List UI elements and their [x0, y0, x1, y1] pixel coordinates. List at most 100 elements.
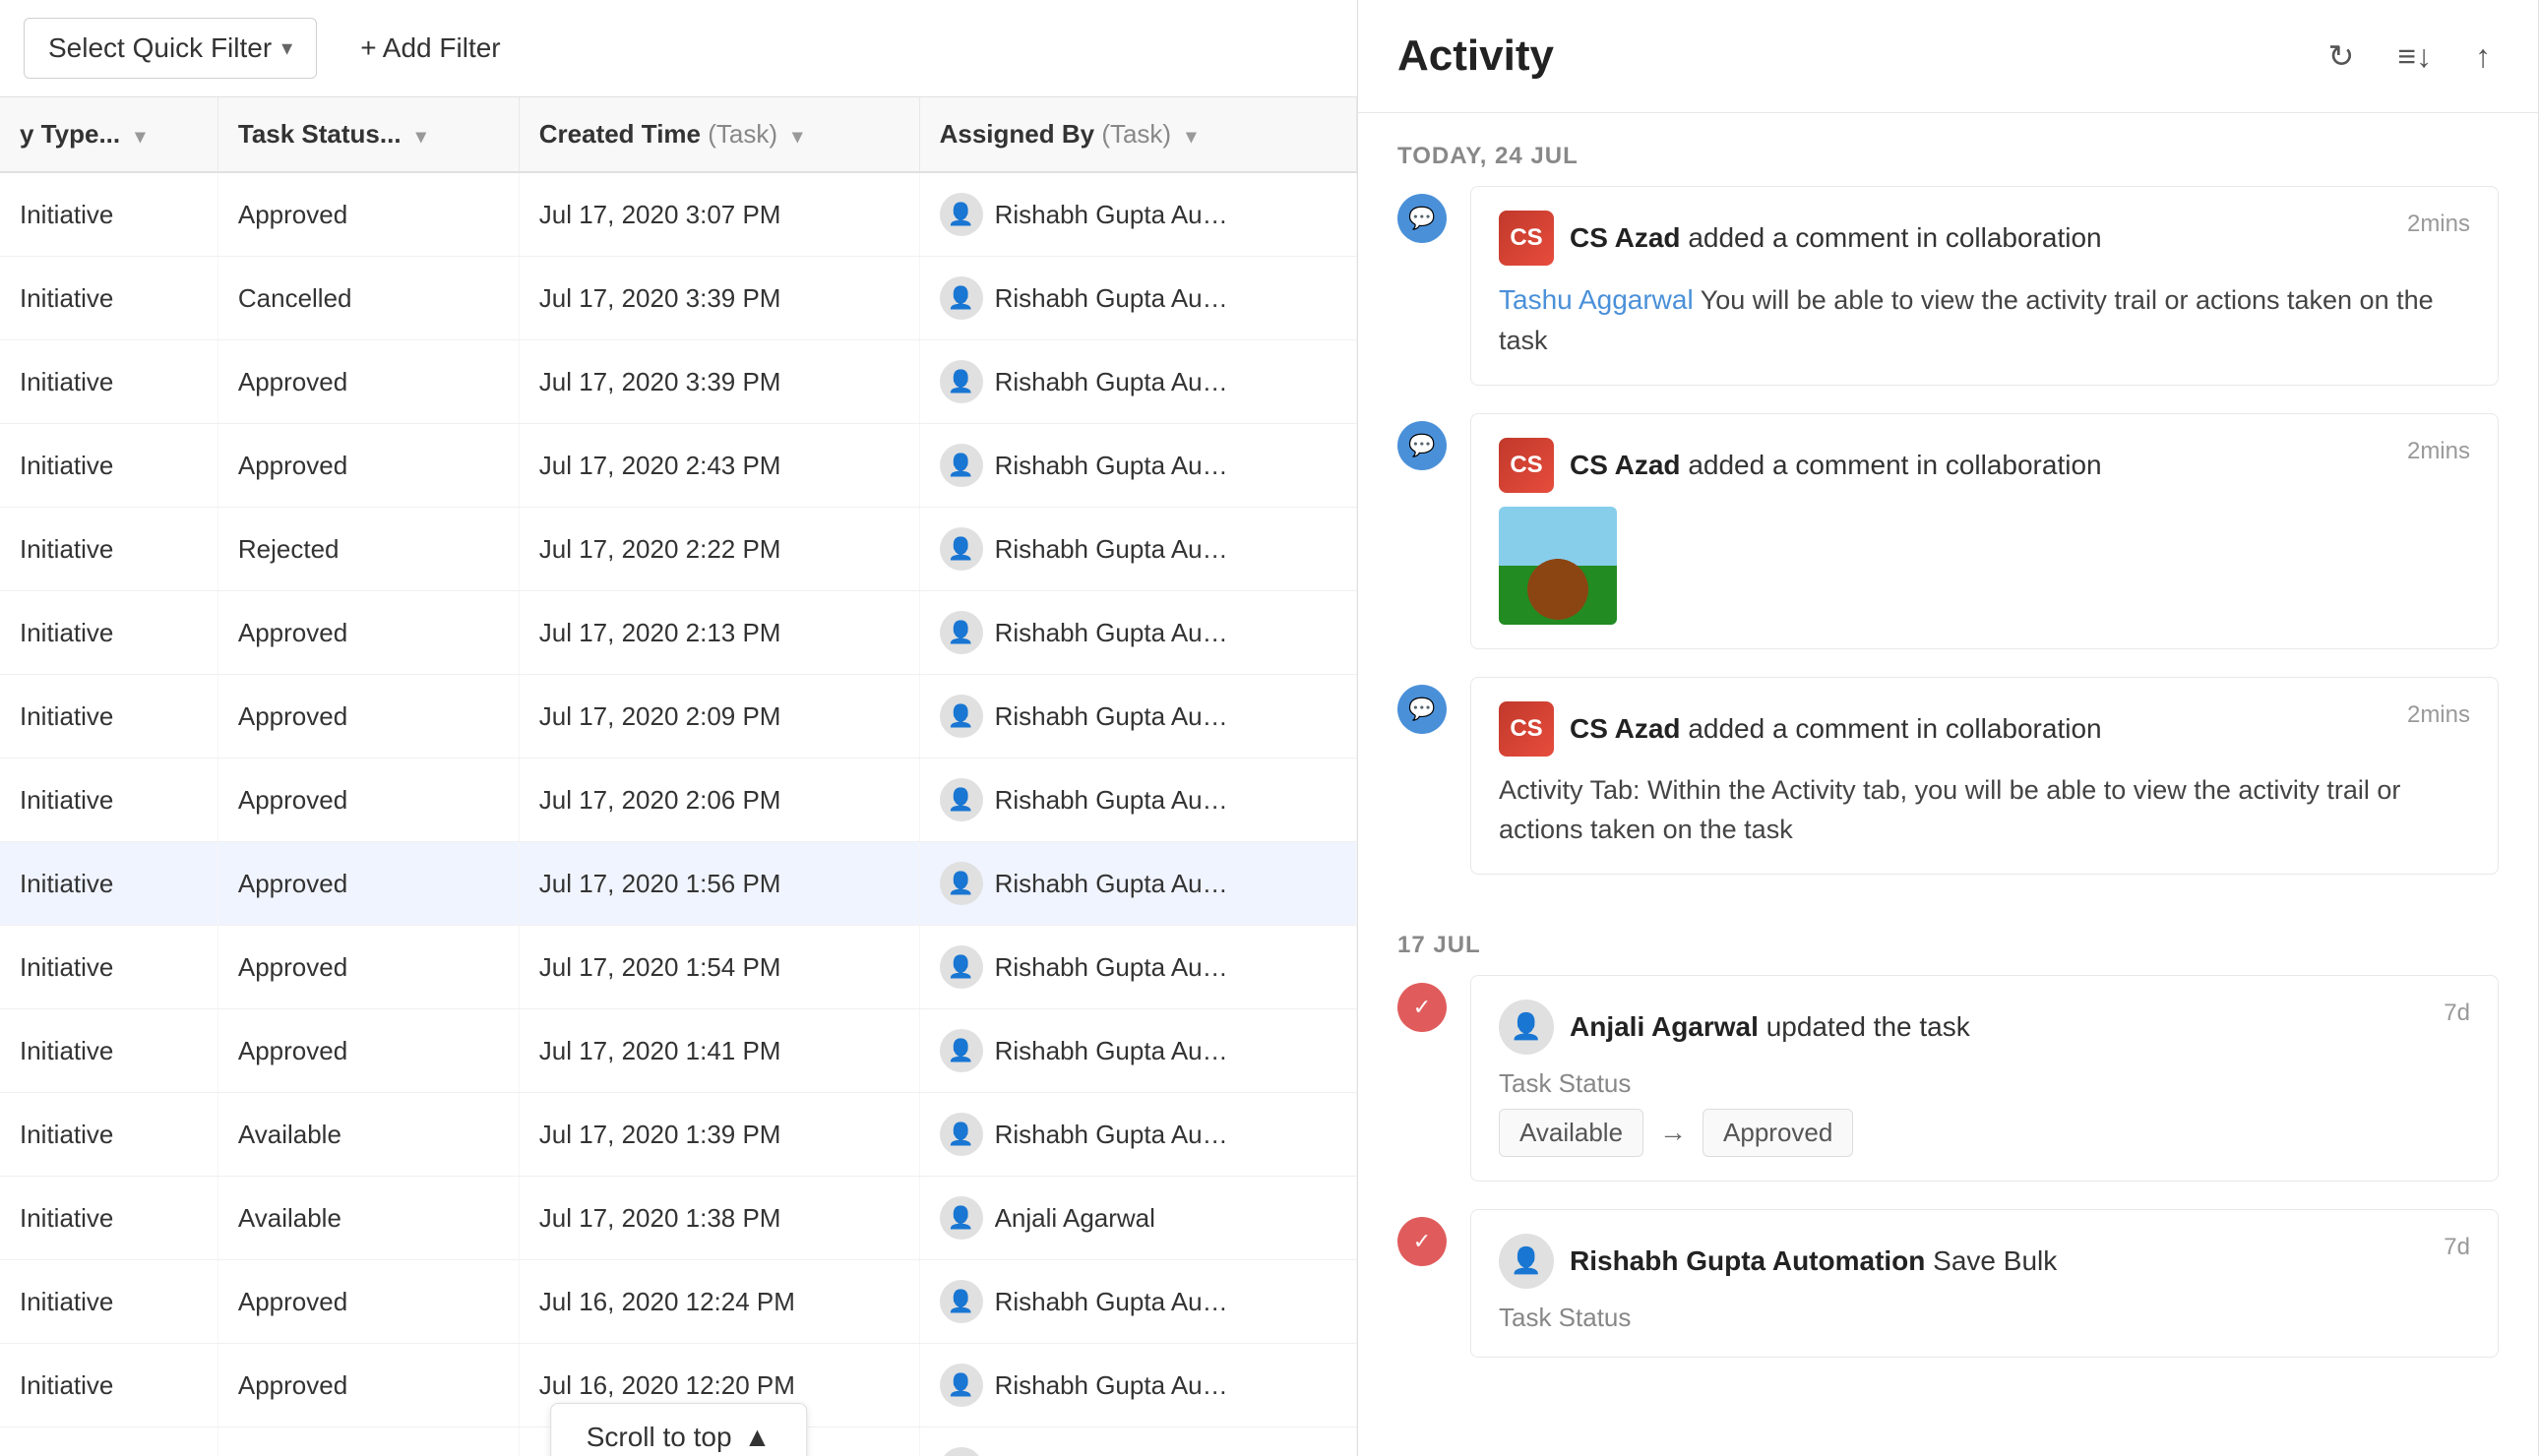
avatar: 👤	[1499, 1000, 1554, 1055]
cell-type: Initiative	[0, 1260, 217, 1344]
activity-item: 💬 CS CS Azad added a comment in collabor…	[1397, 186, 2499, 401]
avatar: 👤	[940, 276, 983, 320]
cell-created: Jul 16, 2020 12:24 PM	[519, 1260, 919, 1344]
cell-type: Initiative	[0, 675, 217, 758]
cell-assigned: 👤Rishabh Gupta Automa...	[919, 675, 1356, 758]
quick-filter-button[interactable]: Select Quick Filter ▾	[24, 18, 317, 79]
cell-assigned: 👤Rishabh Gupta Automa...	[919, 1427, 1356, 1456]
cell-created: Jul 17, 2020 1:38 PM	[519, 1177, 919, 1260]
cell-created: Jul 17, 2020 1:56 PM	[519, 842, 919, 926]
activity-card-meta: 👤 Rishabh Gupta Automation Save Bulk	[1499, 1234, 2057, 1289]
table-row[interactable]: InitiativeApprovedJul 17, 2020 1:56 PM👤R…	[0, 842, 1357, 926]
cell-status: Approved	[217, 424, 519, 508]
avatar-cell: 👤Rishabh Gupta Automa...	[940, 945, 1336, 989]
table-row[interactable]: InitiativeApprovedJul 17, 2020 2:09 PM👤R…	[0, 675, 1357, 758]
col-created[interactable]: Created Time (Task) ▾	[519, 97, 919, 172]
table-header-row: y Type... ▾ Task Status... ▾ Created Tim…	[0, 97, 1357, 172]
table-row[interactable]: InitiativeApprovedJul 17, 2020 2:13 PM👤R…	[0, 591, 1357, 675]
cell-status: Available	[217, 1093, 519, 1177]
activity-time: 7d	[2444, 1000, 2470, 1027]
assigned-user-name: Rishabh Gupta Automa...	[995, 1036, 1231, 1066]
avatar: 👤	[940, 1113, 983, 1156]
avatar: 👤	[940, 1364, 983, 1407]
activity-mention-link[interactable]: Tashu Aggarwal	[1499, 284, 1694, 315]
cell-created: Jul 17, 2020 1:39 PM	[519, 1093, 919, 1177]
activity-item: ✓ 👤 Rishabh Gupta Automation Save Bulk 7…	[1397, 1209, 2499, 1373]
cell-assigned: 👤 Rishabh Gupta Automa...	[919, 1260, 1356, 1344]
avatar-cell: 👤Rishabh Gupta Automa...	[940, 527, 1336, 571]
table-row[interactable]: InitiativeApprovedJul 17, 2020 1:54 PM👤R…	[0, 926, 1357, 1009]
activity-time: 2mins	[2407, 211, 2470, 238]
activity-body[interactable]: TODAY, 24 JUL 💬 CS CS Azad added a comme…	[1358, 113, 2538, 1456]
activity-time: 7d	[2444, 1234, 2470, 1261]
assigned-user-name: Rishabh Gupta Automa...	[995, 283, 1231, 314]
task-icon: ✓	[1397, 983, 1447, 1032]
activity-text-block: CS Azad added a comment in collaboration	[1570, 713, 2102, 745]
scroll-to-top-button[interactable]: Scroll to top ▲	[550, 1403, 808, 1456]
cell-assigned: 👤Rishabh Gupta Automa...	[919, 1344, 1356, 1427]
cell-type: Initiative	[0, 1177, 217, 1260]
table-row[interactable]: InitiativeApprovedJul 17, 2020 3:39 PM👤R…	[0, 340, 1357, 424]
assigned-user-name: Rishabh Gupta Automa...	[995, 785, 1231, 816]
refresh-button[interactable]: ↻	[2321, 30, 2363, 83]
status-arrow-icon: →	[1659, 1117, 1687, 1148]
activity-time: 2mins	[2407, 701, 2470, 729]
activity-panel-header: Activity ↻ ≡↓ ↑	[1358, 0, 2538, 113]
export-button[interactable]: ↑	[2467, 30, 2499, 83]
cell-status: Approved	[217, 172, 519, 257]
comment-icon: 💬	[1397, 194, 1447, 243]
table-row[interactable]: InitiativeApprovedJul 17, 2020 2:43 PM👤R…	[0, 424, 1357, 508]
table-row[interactable]: InitiativeCancelledJul 17, 2020 3:39 PM👤…	[0, 257, 1357, 340]
filter-button[interactable]: ≡↓	[2389, 30, 2440, 83]
avatar-cell: 👤Rishabh Gupta Automa...	[940, 778, 1336, 821]
activity-panel: Activity ↻ ≡↓ ↑ TODAY, 24 JUL 💬 CS CS Az…	[1358, 0, 2539, 1456]
avatar: 👤	[940, 1280, 983, 1323]
sort-icon: ▾	[416, 126, 426, 148]
activity-author: CS Azad	[1570, 222, 1681, 253]
avatar: 👤	[940, 1447, 983, 1456]
assigned-user-name: Rishabh Gupta Automa...	[995, 952, 1231, 983]
avatar: CS	[1499, 438, 1554, 493]
avatar: 👤	[940, 527, 983, 571]
cell-created: Jul 17, 2020 3:39 PM	[519, 257, 919, 340]
activity-text-block: Rishabh Gupta Automation Save Bulk	[1570, 1245, 2057, 1277]
cell-status: Approved	[217, 675, 519, 758]
activity-card: 👤 Anjali Agarwal updated the task 7d Tas…	[1470, 975, 2499, 1182]
table-area: Select Quick Filter ▾ + Add Filter y Typ…	[0, 0, 1358, 1456]
table-row[interactable]: InitiativeApprovedJul 16, 2020 12:24 PM👤…	[0, 1260, 1357, 1344]
col-status[interactable]: Task Status... ▾	[217, 97, 519, 172]
table-row[interactable]: InitiativeApprovedJul 17, 2020 2:06 PM👤R…	[0, 758, 1357, 842]
table-wrapper[interactable]: y Type... ▾ Task Status... ▾ Created Tim…	[0, 97, 1357, 1456]
activity-card-header: 👤 Anjali Agarwal updated the task 7d	[1499, 1000, 2470, 1055]
table-row[interactable]: InitiativeAvailableJul 17, 2020 1:39 PM👤…	[0, 1093, 1357, 1177]
avatar: 👤	[940, 862, 983, 905]
cell-assigned: 👤Rishabh Gupta Automa...	[919, 842, 1356, 926]
table-row[interactable]: InitiativeAvailableJul 17, 2020 1:38 PM👤…	[0, 1177, 1357, 1260]
avatar-cell: 👤Rishabh Gupta Automa...	[940, 1447, 1336, 1456]
cell-status: Approved	[217, 926, 519, 1009]
cell-created: Jul 17, 2020 2:06 PM	[519, 758, 919, 842]
cell-status: Approved	[217, 842, 519, 926]
cell-assigned: 👤Rishabh Gupta Automa...	[919, 508, 1356, 591]
col-assigned[interactable]: Assigned By (Task) ▾	[919, 97, 1356, 172]
table-row[interactable]: InitiativeApprovedJul 17, 2020 1:41 PM👤R…	[0, 1009, 1357, 1093]
avatar: 👤	[940, 1029, 983, 1072]
sort-icon: ▾	[1186, 126, 1196, 148]
col-type[interactable]: y Type... ▾	[0, 97, 217, 172]
avatar-cell: 👤Rishabh Gupta Automa...	[940, 193, 1336, 236]
cell-created: Jul 17, 2020 2:43 PM	[519, 424, 919, 508]
assigned-user-name: Rishabh Gupta Automa...	[995, 1287, 1231, 1317]
cell-assigned: 👤Rishabh Gupta Automa...	[919, 926, 1356, 1009]
avatar: CS	[1499, 701, 1554, 757]
table-row[interactable]: InitiativeRejectedJul 17, 2020 2:22 PM👤R…	[0, 508, 1357, 591]
table-row[interactable]: InitiativeApprovedJul 17, 2020 3:07 PM👤R…	[0, 172, 1357, 257]
cell-assigned: 👤 Rishabh Gupta Automa...	[919, 257, 1356, 340]
avatar-cell: 👤Rishabh Gupta Automa...	[940, 360, 1336, 403]
activity-card-header: CS CS Azad added a comment in collaborat…	[1499, 701, 2470, 757]
avatar-cell: 👤Rishabh Gupta Automa...	[940, 695, 1336, 738]
activity-card-header: CS CS Azad added a comment in collaborat…	[1499, 211, 2470, 266]
activity-body-text: Tashu Aggarwal You will be able to view …	[1499, 279, 2470, 361]
add-filter-button[interactable]: + Add Filter	[337, 19, 524, 78]
activity-card: CS CS Azad added a comment in collaborat…	[1470, 413, 2499, 649]
activity-status-label: Task Status	[1499, 1068, 2470, 1099]
